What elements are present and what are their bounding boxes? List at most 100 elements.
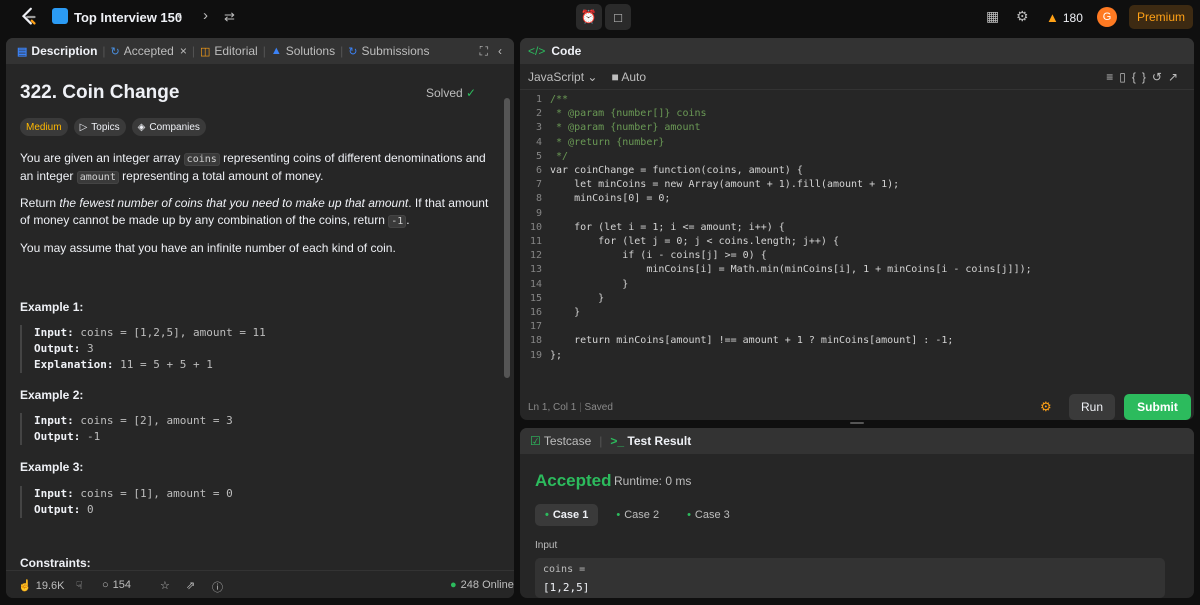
case-tab[interactable]: • Case 2 [606,504,669,526]
tab-test-result[interactable]: >_ Test Result [610,434,691,448]
checkbox-icon: ☑ [530,434,541,448]
line-number: 2 [535,108,542,120]
code-line: 3 * @param {number} amount [520,122,701,136]
difficulty-badge[interactable]: Medium [20,118,68,136]
pass-dot-icon: • [545,509,549,521]
description-paragraph-2: Return the fewest number of coins that y… [20,195,490,230]
auto-toggle[interactable]: ■ Auto [611,70,646,84]
tab-testcase[interactable]: ☑ Testcase [530,434,591,448]
example-line: Output: 0 [34,502,498,518]
tab-label: Accepted [123,44,174,58]
comments-button[interactable]: ○ 154 [102,579,131,591]
like-count: 19.6K [35,579,65,592]
verdict: Accepted [535,471,612,490]
favorite-button[interactable]: ☆ [160,579,170,592]
code-header: </> Code [520,38,1194,64]
language-select[interactable]: JavaScript ⌄ [528,70,597,84]
like-button[interactable]: ☝ 19.6K [18,579,65,593]
problem-tags: Medium ▷ Topics ◈ Companies [20,118,206,136]
solved-label: Solved [426,86,463,100]
close-icon[interactable]: × [180,44,187,58]
code-editor[interactable]: 1/** 2 * @param {number[]} coins 3 * @para… [520,94,1194,394]
example-2-title: Example 2: [20,388,84,402]
collapse-icon[interactable]: ‹ [498,44,502,58]
runtime: Runtime: 0 ms [614,474,692,488]
streak-counter[interactable]: ▲ 180 [1046,10,1083,25]
code-line: 19}; [520,350,562,364]
settings-gear-icon[interactable]: ⚙ [1016,8,1029,25]
case-tab[interactable]: • Case 3 [677,504,740,526]
next-problem-icon[interactable]: › [203,7,208,24]
line-content: } [550,278,629,290]
companies-button[interactable]: ◈ Companies [131,118,206,136]
submit-button[interactable]: Submit [1124,394,1191,420]
case-label: Case 2 [624,509,660,521]
line-number: 11 [529,236,542,247]
line-content: for (let i = 1; i <= amount; i++) { [550,221,785,233]
bookmark-icon[interactable]: ▯ [1119,70,1132,84]
companies-label: Companies [149,121,200,133]
random-problem-icon[interactable]: ⇄ [224,9,235,25]
text: . [406,213,410,227]
line-content: }; [550,349,563,361]
notes-icon[interactable]: □ [605,4,631,30]
tab-accepted[interactable]: ↻ Accepted × [106,44,192,58]
premium-button[interactable]: Premium [1129,5,1193,29]
format-icon[interactable]: ≡ [1106,70,1119,84]
value: 0 [80,503,94,516]
case-tabs: • Case 1 • Case 2 • Case 3 [535,504,740,526]
code-line: 4 * @return {number} [520,137,664,151]
line-number: 19 [529,349,542,361]
braces-icon[interactable]: {} [1132,70,1152,84]
text: Return [20,196,60,210]
code-line: 13 minCoins[i] = Math.min(minCoins[i], 1… [520,264,1032,278]
tab-solutions[interactable]: ▲ Solutions [266,44,340,58]
editor-toolbar: ≡▯{}↺↗ [1106,70,1184,84]
case-tab[interactable]: • Case 1 [535,504,599,526]
code-line: 15 } [520,293,604,307]
resize-handle[interactable] [850,422,864,424]
expand-icon[interactable]: ⛶ [480,44,488,58]
fullscreen-icon[interactable]: ↗ [1168,70,1184,84]
code-line: 2 * @param {number[]} coins [520,108,707,122]
leetcode-logo-icon[interactable] [18,6,40,28]
example-1-title: Example 1: [20,300,84,314]
scrollbar[interactable] [504,98,510,378]
feedback-button[interactable]: ⓘ [212,579,223,595]
code-line: 9 [520,208,550,222]
dislike-button[interactable]: ☟ [76,579,83,592]
share-icon: ⇗ [186,580,196,592]
run-button[interactable]: Run [1069,394,1115,420]
line-number: 17 [529,321,542,333]
prev-problem-icon[interactable]: ‹ [177,7,182,24]
share-button[interactable]: ⇗ [186,579,195,592]
line-number: 4 [535,136,542,148]
language-label: JavaScript [528,69,585,84]
problem-list-title[interactable]: Top Interview 150 [74,10,182,25]
tab-editorial[interactable]: ◫ Editorial [195,44,263,58]
reset-icon[interactable]: ↺ [1152,70,1168,84]
code-line: 6 var coinChange = function(coins, amount… [520,165,803,179]
terminal-icon: >_ [610,434,625,448]
label: Input: [34,326,74,339]
example-3-block: Input: coins = [1], amount = 0 Output: 0 [20,486,498,518]
code-line: 18 return minCoins[amount] !== amount + … [520,335,953,349]
tab-submissions[interactable]: ↻ Submissions [343,44,434,58]
label: Output: [34,503,81,516]
avatar[interactable]: G [1097,7,1117,27]
timer-icon[interactable]: ⏰ [576,4,602,30]
inline-code: amount [76,171,119,184]
tab-description[interactable]: ▤ Description [12,44,102,58]
debug-icon[interactable]: ⚙ [1040,399,1052,415]
layout-grid-icon[interactable]: ▦ [986,8,999,25]
line-content: */ [550,150,569,162]
tab-label: Description [31,44,98,58]
value: coins = [2], amount = 3 [73,414,233,427]
value: coins = [1,2,5], amount = 11 [73,326,266,339]
label: Output: [34,430,81,443]
tab-label: Testcase [543,434,592,448]
constraints-title: Constraints: [20,556,91,570]
description-footer: ☝ 19.6K ☟ ○ 154 ☆ ⇗ ⓘ ● 248 Online [6,570,514,598]
topics-button[interactable]: ▷ Topics [73,118,126,136]
code-line: 16 } [520,307,580,321]
